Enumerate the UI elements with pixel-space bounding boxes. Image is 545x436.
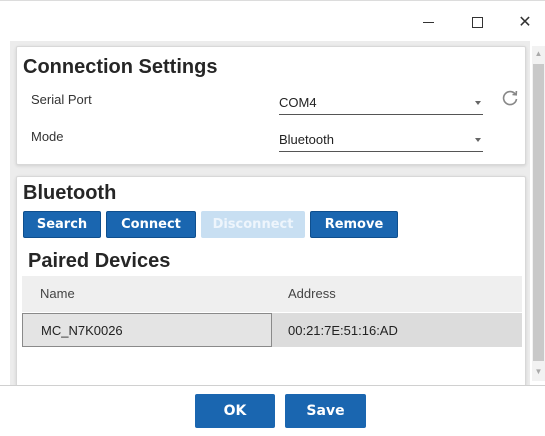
maximize-icon <box>471 16 483 28</box>
disconnect-button[interactable]: Disconnect <box>201 211 305 238</box>
column-header-name[interactable]: Name <box>40 286 75 301</box>
mode-select[interactable]: Bluetooth <box>279 128 483 152</box>
chevron-down-icon <box>475 138 481 142</box>
device-address-cell: 00:21:7E:51:16:AD <box>288 323 398 338</box>
devices-table-header: Name Address <box>22 276 522 312</box>
serial-port-value: COM4 <box>279 95 317 110</box>
dialog-window: ✕ Connection Settings Serial Port COM4 M… <box>0 0 545 436</box>
close-icon: ✕ <box>518 14 532 31</box>
minimize-icon <box>422 21 434 23</box>
column-header-address[interactable]: Address <box>288 286 336 301</box>
mode-value: Bluetooth <box>279 132 334 147</box>
connect-button[interactable]: Connect <box>106 211 196 238</box>
scroll-down-arrow-icon[interactable]: ▼ <box>534 367 543 377</box>
paired-devices-title: Paired Devices <box>28 250 171 272</box>
vertical-scrollbar[interactable]: ▲ ▼ <box>532 46 545 381</box>
mode-label: Mode <box>31 129 64 144</box>
save-button[interactable]: Save <box>285 394 366 428</box>
device-name-cell[interactable]: MC_N7K0026 <box>22 313 272 347</box>
close-button[interactable]: ✕ <box>510 9 540 35</box>
serial-port-select[interactable]: COM4 <box>279 91 483 115</box>
refresh-icon[interactable] <box>500 88 520 108</box>
scroll-up-arrow-icon[interactable]: ▲ <box>534 49 543 59</box>
search-button[interactable]: Search <box>23 211 101 238</box>
maximize-button[interactable] <box>462 9 492 35</box>
minimize-button[interactable] <box>413 9 443 35</box>
connection-settings-title: Connection Settings <box>23 56 218 78</box>
chevron-down-icon <box>475 101 481 105</box>
serial-port-label: Serial Port <box>31 92 92 107</box>
ok-button[interactable]: OK <box>195 394 275 428</box>
scrollbar-thumb[interactable] <box>533 64 544 361</box>
table-row[interactable]: MC_N7K0026 00:21:7E:51:16:AD <box>22 313 522 347</box>
title-bar: ✕ <box>0 1 545 41</box>
remove-button[interactable]: Remove <box>310 211 398 238</box>
bluetooth-title: Bluetooth <box>23 182 117 204</box>
